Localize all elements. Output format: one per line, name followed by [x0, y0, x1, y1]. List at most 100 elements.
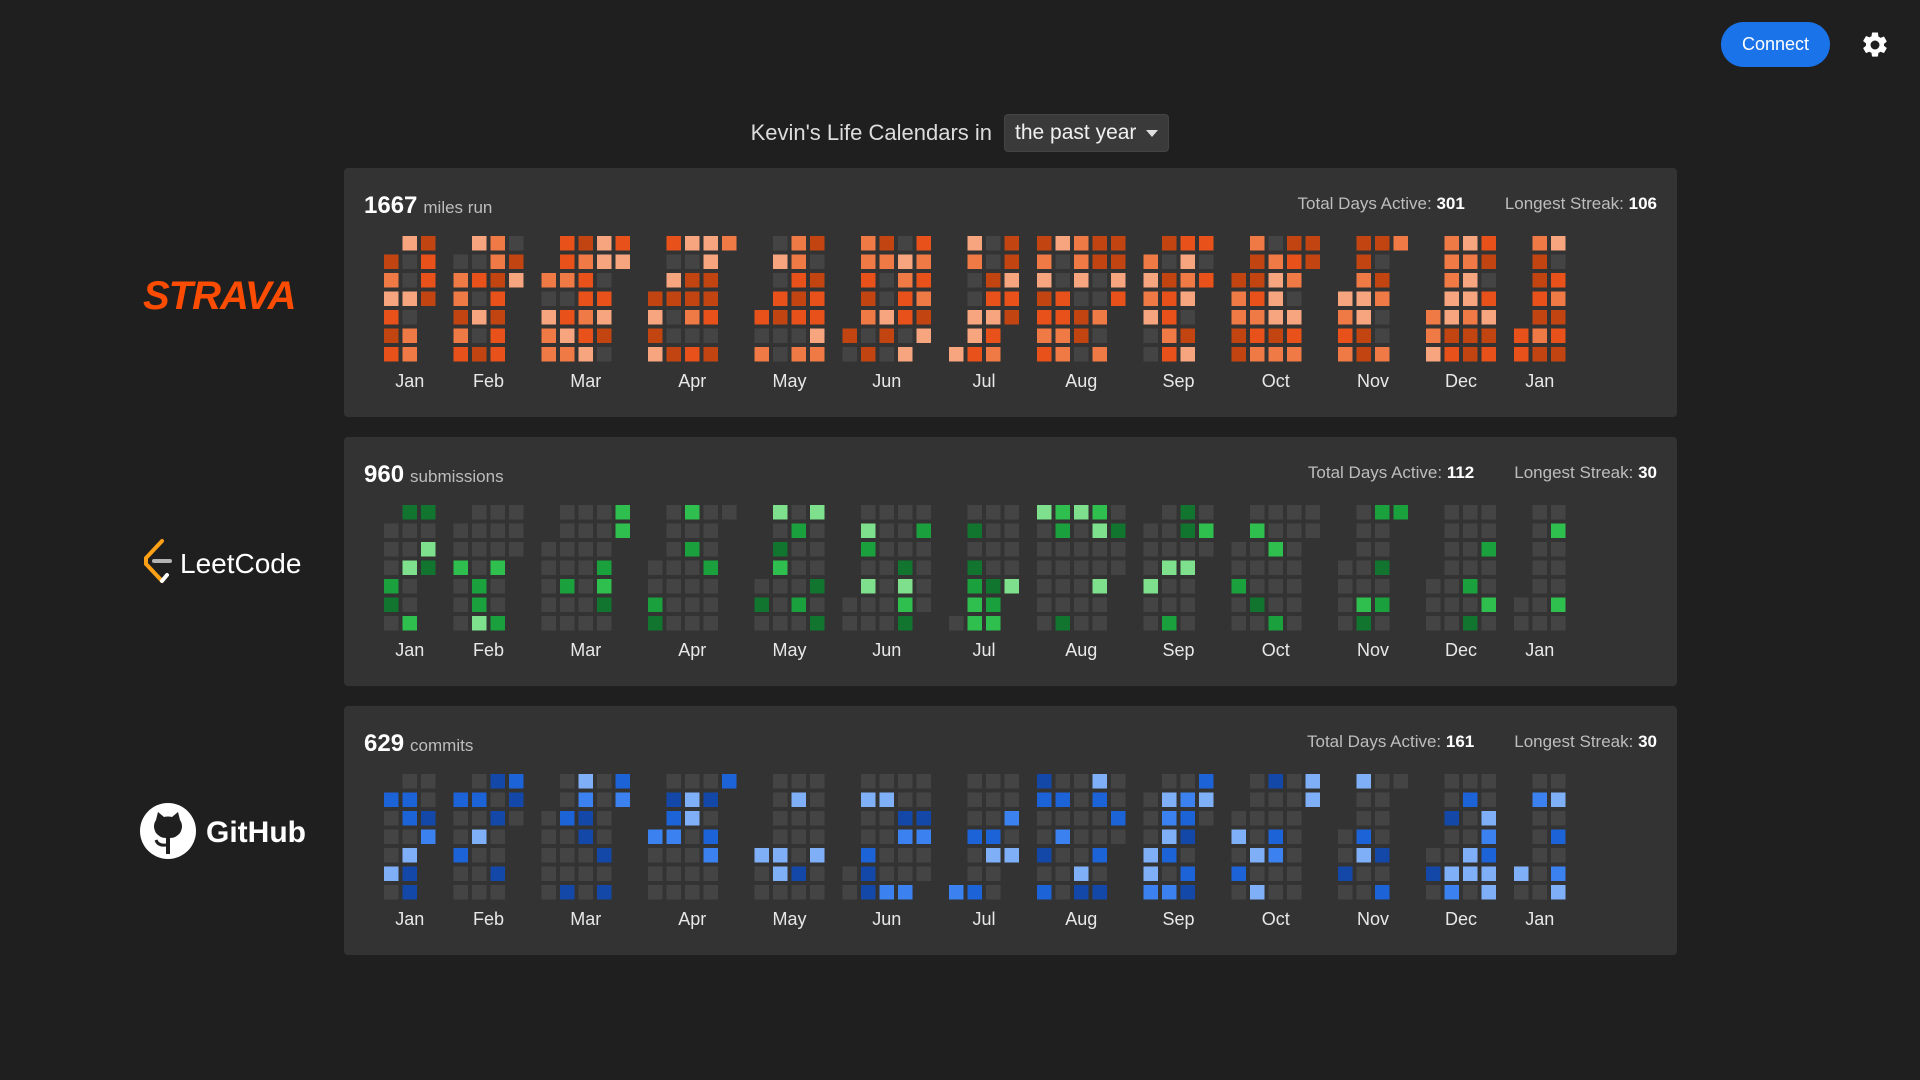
day-cell[interactable] — [1532, 829, 1548, 845]
day-cell[interactable] — [986, 560, 1001, 576]
day-cell[interactable] — [916, 866, 932, 882]
day-cell[interactable] — [754, 616, 770, 631]
day-cell[interactable] — [490, 866, 506, 882]
day-cell[interactable] — [879, 792, 895, 808]
day-cell[interactable] — [453, 291, 469, 307]
day-cell[interactable] — [986, 848, 1001, 863]
day-cell[interactable] — [1074, 523, 1089, 539]
day-cell[interactable] — [703, 328, 719, 344]
day-cell[interactable] — [490, 579, 506, 594]
day-cell[interactable] — [916, 774, 932, 789]
day-cell[interactable] — [967, 310, 983, 325]
day-cell[interactable] — [685, 273, 700, 288]
day-cell[interactable] — [685, 829, 700, 845]
day-cell[interactable] — [754, 579, 770, 594]
day-cell[interactable] — [453, 310, 469, 325]
day-cell[interactable] — [666, 616, 682, 631]
day-cell[interactable] — [1074, 328, 1089, 344]
day-cell[interactable] — [773, 560, 788, 576]
day-cell[interactable] — [703, 792, 719, 808]
day-cell[interactable] — [967, 866, 983, 882]
day-cell[interactable] — [1055, 792, 1071, 808]
day-cell[interactable] — [810, 273, 825, 288]
day-cell[interactable] — [810, 866, 825, 882]
day-cell[interactable] — [1162, 291, 1177, 307]
day-cell[interactable] — [1092, 273, 1108, 288]
day-cell[interactable] — [1231, 273, 1247, 288]
day-cell[interactable] — [1375, 291, 1390, 307]
day-cell[interactable] — [967, 616, 983, 631]
day-cell[interactable] — [703, 291, 719, 307]
day-cell[interactable] — [560, 523, 575, 539]
day-cell[interactable] — [402, 866, 418, 882]
day-cell[interactable] — [810, 310, 825, 325]
day-cell[interactable] — [1250, 885, 1265, 900]
day-cell[interactable] — [578, 310, 594, 325]
day-cell[interactable] — [560, 792, 575, 808]
day-cell[interactable] — [1356, 811, 1372, 826]
day-cell[interactable] — [810, 236, 825, 251]
day-cell[interactable] — [1143, 254, 1159, 270]
day-cell[interactable] — [879, 291, 895, 307]
day-cell[interactable] — [1268, 560, 1284, 576]
day-cell[interactable] — [986, 236, 1001, 251]
day-cell[interactable] — [685, 885, 700, 900]
day-cell[interactable] — [1532, 291, 1548, 307]
day-cell[interactable] — [1532, 597, 1548, 613]
day-cell[interactable] — [384, 811, 399, 826]
day-cell[interactable] — [1375, 811, 1390, 826]
day-cell[interactable] — [1514, 347, 1529, 362]
day-cell[interactable] — [1055, 866, 1071, 882]
day-cell[interactable] — [453, 597, 469, 613]
day-cell[interactable] — [666, 523, 682, 539]
day-cell[interactable] — [1551, 792, 1566, 808]
day-cell[interactable] — [1551, 542, 1566, 557]
day-cell[interactable] — [1162, 848, 1177, 863]
day-cell[interactable] — [1055, 597, 1071, 613]
day-cell[interactable] — [1463, 616, 1478, 631]
day-cell[interactable] — [1356, 579, 1372, 594]
day-cell[interactable] — [842, 866, 858, 882]
day-cell[interactable] — [949, 616, 964, 631]
day-cell[interactable] — [648, 347, 663, 362]
day-cell[interactable] — [1037, 792, 1052, 808]
day-cell[interactable] — [791, 848, 807, 863]
day-cell[interactable] — [1287, 866, 1302, 882]
day-cell[interactable] — [1444, 310, 1460, 325]
day-cell[interactable] — [754, 310, 770, 325]
day-cell[interactable] — [1481, 597, 1497, 613]
day-cell[interactable] — [1074, 236, 1089, 251]
day-cell[interactable] — [1481, 792, 1497, 808]
day-cell[interactable] — [703, 560, 719, 576]
day-cell[interactable] — [1532, 792, 1548, 808]
day-cell[interactable] — [1305, 254, 1321, 270]
day-cell[interactable] — [898, 523, 913, 539]
day-cell[interactable] — [1532, 579, 1548, 594]
day-cell[interactable] — [1092, 328, 1108, 344]
day-cell[interactable] — [1037, 291, 1052, 307]
day-cell[interactable] — [1231, 597, 1247, 613]
day-cell[interactable] — [541, 885, 557, 900]
day-cell[interactable] — [773, 811, 788, 826]
day-cell[interactable] — [666, 328, 682, 344]
day-cell[interactable] — [861, 560, 876, 576]
day-cell[interactable] — [1143, 885, 1159, 900]
day-cell[interactable] — [898, 848, 913, 863]
day-cell[interactable] — [1514, 866, 1529, 882]
day-cell[interactable] — [453, 866, 469, 882]
day-cell[interactable] — [402, 829, 418, 845]
day-cell[interactable] — [1375, 273, 1390, 288]
day-cell[interactable] — [1055, 310, 1071, 325]
day-cell[interactable] — [1551, 579, 1566, 594]
day-cell[interactable] — [1055, 236, 1071, 251]
day-cell[interactable] — [1463, 885, 1478, 900]
day-cell[interactable] — [1268, 866, 1284, 882]
day-cell[interactable] — [810, 523, 825, 539]
day-cell[interactable] — [773, 597, 788, 613]
day-cell[interactable] — [472, 310, 487, 325]
day-cell[interactable] — [1463, 254, 1478, 270]
day-cell[interactable] — [597, 310, 612, 325]
day-cell[interactable] — [1356, 328, 1372, 344]
day-cell[interactable] — [1444, 328, 1460, 344]
day-cell[interactable] — [1268, 829, 1284, 845]
